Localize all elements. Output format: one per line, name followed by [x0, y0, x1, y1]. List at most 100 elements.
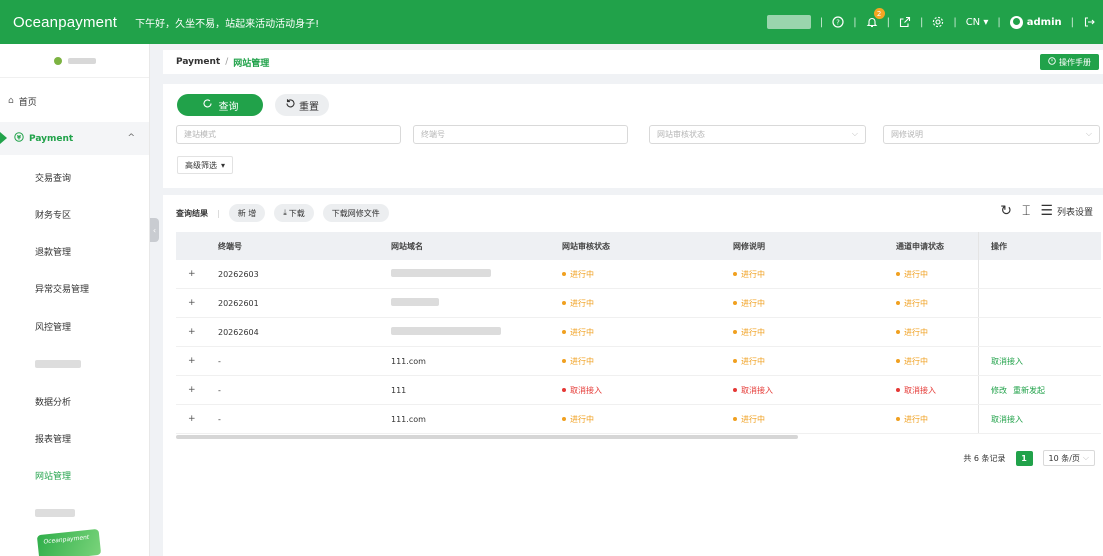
sidebar-item-transactions[interactable]: 交易查询	[0, 167, 149, 187]
sidebar-item-site-management[interactable]: 网站管理	[0, 465, 149, 485]
review-status-badge: 进行中	[562, 298, 594, 309]
table-row: + - 111.com 进行中 进行中 进行中 取消接入	[176, 347, 1101, 376]
sidebar-item-redacted[interactable]	[0, 503, 149, 523]
expand-row-icon[interactable]: +	[188, 298, 196, 308]
external-link-icon[interactable]	[899, 16, 911, 28]
home-icon: ⌂	[8, 96, 14, 106]
add-button[interactable]: 新 增	[228, 204, 266, 222]
row-action-link[interactable]: 重新发起	[1013, 385, 1045, 396]
add-label: 新 增	[237, 208, 257, 218]
actions-cell: 取消接入	[978, 405, 1101, 433]
expand-row-icon[interactable]: +	[188, 414, 196, 424]
column-header-modify-note: 网修说明	[733, 241, 765, 251]
filter-panel: 查询 重置 网站审核状态 ⌵ 网修说明 ⌵ 高级筛选 ▾	[163, 84, 1103, 188]
list-settings-label: 列表设置	[1056, 207, 1093, 218]
modify-note-badge: 取消接入	[733, 385, 773, 396]
domain-redacted	[391, 298, 439, 306]
terminal-cell: -	[218, 385, 221, 395]
download-button[interactable]: ⤓ 下载	[274, 204, 314, 222]
column-header-actions: 操作	[978, 232, 1101, 260]
sidebar-item-home[interactable]: ⌂ 首页	[0, 91, 149, 111]
download-label: 下载	[288, 208, 305, 218]
list-icon: ☰	[1040, 203, 1053, 219]
domain-cell-text: 111	[391, 385, 407, 395]
modify-note-badge: 进行中	[733, 269, 765, 280]
page-button-current[interactable]: 1	[1015, 450, 1033, 466]
table-row: +20262603 进行中 进行中 进行中	[176, 260, 1101, 289]
table-row: + - 111.com 进行中 进行中 进行中 取消接入	[176, 405, 1101, 434]
payment-icon: ¥	[14, 132, 24, 145]
channel-status-badge: 进行中	[896, 414, 928, 425]
sidebar-item-label: 网站管理	[35, 471, 72, 482]
notification-bell-icon[interactable]: 2	[866, 8, 885, 28]
results-toolbar: 查询结果 | 新 增 ⤓ 下载 下载网修文件	[176, 204, 389, 222]
refresh-icon[interactable]: ↻	[1000, 204, 1012, 218]
promo-card-text: Oceanpayment	[43, 533, 90, 546]
language-selector[interactable]: CN ▾	[966, 17, 989, 28]
sidebar: ⌂ 首页 ¥ Payment ^ 交易查询 财务专区 退款管理 异常交易管理 风…	[0, 44, 150, 556]
expand-row-icon[interactable]: +	[188, 385, 196, 395]
breadcrumb-root[interactable]: Payment	[176, 57, 220, 67]
sidebar-item-refunds[interactable]: 退款管理	[0, 241, 149, 261]
terminal-cell: 20262604	[218, 327, 259, 337]
column-height-icon[interactable]: ⌶	[1022, 204, 1030, 218]
settings-gear-icon[interactable]	[932, 16, 944, 28]
site-domain-input[interactable]	[176, 125, 401, 144]
sidebar-item-label: 财务专区	[35, 210, 72, 221]
horizontal-scrollbar[interactable]	[176, 435, 798, 439]
username: admin	[1026, 16, 1062, 28]
terminal-number-input[interactable]	[413, 125, 628, 144]
reset-button[interactable]: 重置	[275, 94, 329, 116]
terminal-cell: -	[218, 414, 221, 424]
modify-note-select[interactable]: 网修说明 ⌵	[883, 125, 1100, 144]
sidebar-item-label: 风控管理	[35, 322, 72, 333]
help-circle-icon	[1048, 57, 1056, 67]
user-menu[interactable]: admin	[1009, 15, 1062, 29]
review-status-badge: 取消接入	[562, 385, 602, 396]
row-action-link[interactable]: 取消接入	[991, 356, 1023, 367]
channel-status-badge: 进行中	[896, 298, 928, 309]
expand-row-icon[interactable]: +	[188, 269, 196, 279]
table-tools: ↻ ⌶ ☰ 列表设置	[1000, 204, 1093, 218]
row-action-link[interactable]: 取消接入	[991, 414, 1023, 425]
org-status-icon	[53, 56, 62, 65]
reset-label: 重置	[299, 101, 319, 113]
channel-status-badge: 进行中	[896, 356, 928, 367]
table-row: +20262604 进行中 进行中 进行中	[176, 318, 1101, 347]
domain-cell: 111.com	[389, 357, 560, 366]
user-manual-button[interactable]: 操作手册	[1040, 54, 1099, 70]
pagination: 共 6 条记录 1 10 条/页 ⌵	[963, 450, 1095, 466]
help-icon[interactable]: ?	[832, 16, 844, 28]
sidebar-item-redacted[interactable]	[0, 354, 149, 374]
chevron-left-icon: ‹	[152, 225, 157, 235]
advanced-filter-button[interactable]: 高级筛选 ▾	[177, 156, 234, 174]
query-button[interactable]: 查询	[177, 94, 263, 116]
page-size-select[interactable]: 10 条/页 ⌵	[1042, 450, 1095, 466]
list-settings-button[interactable]: ☰ 列表设置	[1040, 204, 1093, 218]
site-table: 终端号 网站域名 网站审核状态 网修说明 通道申请状态 操作 +20262603…	[176, 232, 1101, 434]
row-action-link[interactable]: 修改	[991, 385, 1007, 396]
select-placeholder: 网站审核状态	[657, 130, 705, 139]
logout-icon[interactable]	[1083, 16, 1095, 28]
column-header-channel-status: 通道申请状态	[896, 241, 944, 251]
expand-row-icon[interactable]: +	[188, 356, 196, 366]
sidebar-group-payment[interactable]: ¥ Payment ^	[0, 122, 149, 155]
actions-cell	[978, 289, 1101, 317]
table-header: 终端号 网站域名 网站审核状态 网修说明 通道申请状态 操作	[176, 232, 1101, 260]
sidebar-item-analytics[interactable]: 数据分析	[0, 391, 149, 411]
sidebar-item-risk-control[interactable]: 风控管理	[0, 316, 149, 336]
terminal-cell: -	[218, 356, 221, 366]
sidebar-item-reports[interactable]: 报表管理	[0, 428, 149, 448]
sidebar-item-abnormal-transactions[interactable]: 异常交易管理	[0, 278, 149, 298]
sidebar-item-label: 异常交易管理	[35, 284, 90, 295]
review-status-badge: 进行中	[562, 327, 594, 338]
review-status-select[interactable]: 网站审核状态 ⌵	[649, 125, 866, 144]
table-row: + - 111 取消接入 取消接入 取消接入 修改 重新发起	[176, 376, 1101, 405]
redacted-label	[35, 509, 75, 517]
sidebar-item-finance[interactable]: 财务专区	[0, 204, 149, 224]
expand-row-icon[interactable]: +	[188, 327, 196, 337]
download-modify-file-button[interactable]: 下载网修文件	[322, 204, 389, 222]
breadcrumb: Payment / 网站管理 操作手册	[163, 50, 1103, 74]
org-switcher[interactable]	[0, 44, 149, 78]
sidebar-collapse-handle[interactable]: ‹	[150, 218, 159, 242]
